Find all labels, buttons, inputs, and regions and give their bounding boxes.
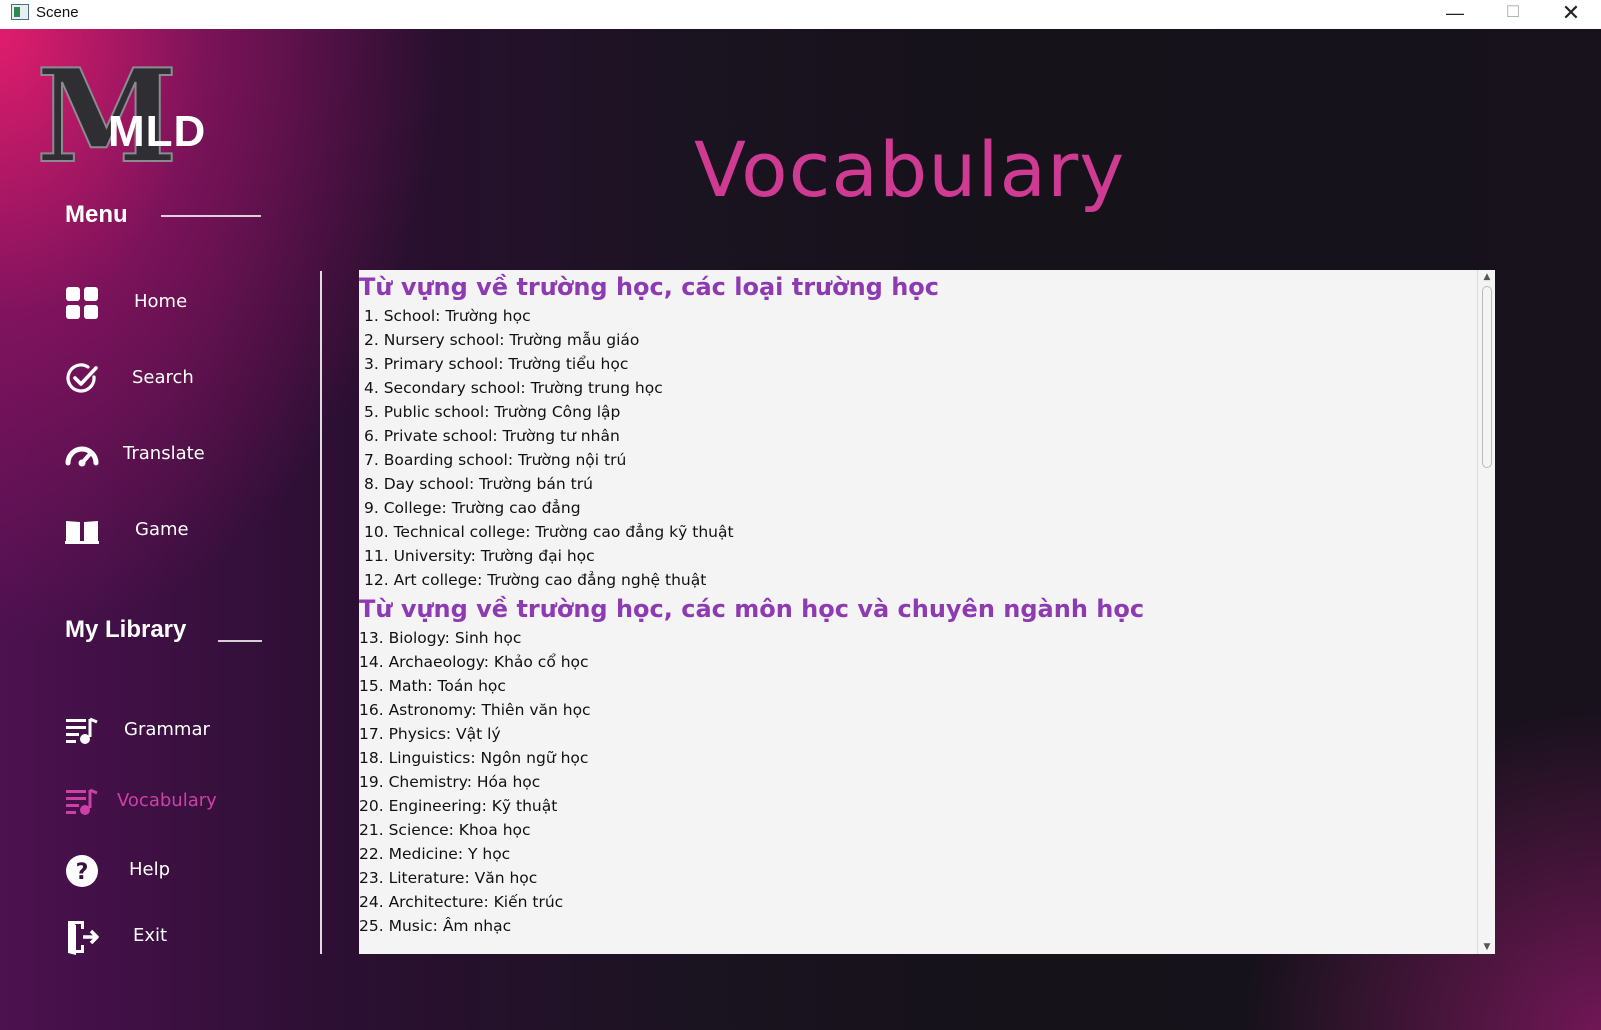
list-item: 13. Biology: Sinh học [359, 629, 522, 647]
title-bar[interactable]: Scene — ☐ ✕ [0, 0, 1601, 30]
nav-item-translate[interactable]: Translate [58, 429, 293, 481]
grid-icon [66, 287, 98, 319]
list-item: 23. Literature: Văn học [359, 869, 538, 887]
app-icon [11, 4, 29, 20]
nav-item-search[interactable]: Search [58, 353, 293, 405]
svg-text:?: ? [76, 860, 89, 885]
vocabulary-text-area[interactable]: Từ vựng về trường học, các loại trường h… [359, 270, 1495, 954]
nav-label-home: Home [134, 291, 188, 312]
section-heading: Từ vựng về trường học, các loại trường h… [359, 273, 940, 301]
my-library-heading: My Library [65, 616, 187, 643]
page-title: Vocabulary [694, 125, 1126, 214]
minimize-button[interactable]: — [1426, 0, 1484, 29]
list-item: 20. Engineering: Kỹ thuật [359, 797, 558, 815]
vocabulary-list: 13. Biology: Sinh học 14. Archaeology: K… [359, 626, 1477, 938]
list-item: 6. Private school: Trường tư nhân [364, 427, 620, 445]
list-item: 8. Day school: Trường bán trú [364, 475, 593, 493]
scrollbar-thumb[interactable] [1482, 286, 1492, 468]
mld-logo: M MLD [35, 52, 246, 182]
list-item: 3. Primary school: Trường tiểu học [364, 355, 629, 373]
nav-item-grammar[interactable]: Grammar [58, 705, 293, 757]
playlist-icon [66, 788, 98, 815]
sidebar-divider [320, 271, 322, 954]
list-item: 4. Secondary school: Trường trung học [364, 379, 663, 397]
my-library-heading-line [218, 640, 262, 642]
list-item: 17. Physics: Vật lý [359, 725, 501, 743]
nav-item-exit[interactable]: Exit [58, 911, 293, 963]
scroll-down-icon[interactable]: ▼ [1482, 942, 1492, 952]
main-content: M MLD Menu Home Search Translate Game My… [0, 29, 1601, 1030]
nav-item-vocabulary[interactable]: Vocabulary [58, 776, 293, 828]
vocabulary-list: 1. School: Trường học 2. Nursery school:… [359, 304, 1477, 592]
list-item: 7. Boarding school: Trường nội trú [364, 451, 627, 469]
nav-label-translate: Translate [123, 443, 205, 464]
nav-item-help[interactable]: ? Help [58, 845, 293, 897]
nav-item-home[interactable]: Home [58, 277, 293, 329]
list-item: 19. Chemistry: Hóa học [359, 773, 541, 791]
gauge-icon [65, 446, 99, 467]
window-title: Scene [36, 4, 79, 21]
app-window: Scene — ☐ ✕ M MLD Menu Home Search Trans… [0, 0, 1601, 1030]
list-item: 11. University: Trường đại học [364, 547, 595, 565]
list-item: 1. School: Trường học [364, 307, 531, 325]
list-item: 9. College: Trường cao đẳng [364, 499, 581, 517]
list-item: 25. Music: Âm nhạc [359, 917, 512, 935]
list-item: 16. Astronomy: Thiên văn học [359, 701, 591, 719]
nav-label-help: Help [129, 859, 171, 880]
vocabulary-content: Từ vựng về trường học, các loại trường h… [359, 270, 1477, 954]
check-circle-icon [66, 363, 98, 393]
list-item: 15. Math: Toán học [359, 677, 506, 695]
vertical-scrollbar[interactable]: ▲ ▼ [1477, 270, 1495, 954]
list-item: 21. Science: Khoa học [359, 821, 531, 839]
list-item: 10. Technical college: Trường cao đẳng k… [364, 523, 734, 541]
scroll-up-icon[interactable]: ▲ [1482, 272, 1492, 282]
menu-heading-line [161, 215, 261, 217]
question-icon: ? [66, 855, 98, 887]
maximize-icon: ☐ [1505, 4, 1521, 21]
nav-label-game: Game [135, 519, 189, 540]
book-icon [65, 521, 99, 544]
list-item: 22. Medicine: Y học [359, 845, 511, 863]
list-item: 5. Public school: Trường Công lập [364, 403, 621, 421]
menu-heading: Menu [65, 201, 128, 228]
list-item: 24. Architecture: Kiến trúc [359, 893, 564, 911]
section-heading: Từ vựng về trường học, các môn học và ch… [359, 595, 1145, 623]
nav-label-exit: Exit [133, 925, 168, 946]
nav-item-game[interactable]: Game [58, 505, 293, 557]
close-button[interactable]: ✕ [1542, 0, 1600, 29]
nav-label-grammar: Grammar [124, 719, 210, 740]
nav-label-search: Search [132, 367, 194, 388]
nav-label-vocabulary: Vocabulary [117, 790, 217, 811]
playlist-icon [66, 717, 98, 744]
maximize-button[interactable]: ☐ [1484, 0, 1542, 29]
list-item: 2. Nursery school: Trường mẫu giáo [364, 331, 640, 349]
exit-door-icon [68, 921, 99, 955]
list-item: 12. Art college: Trường cao đẳng nghệ th… [364, 571, 707, 589]
logo-text: MLD [108, 107, 207, 156]
list-item: 14. Archaeology: Khảo cổ học [359, 653, 589, 671]
minimize-icon: — [1446, 3, 1464, 23]
list-item: 18. Linguistics: Ngôn ngữ học [359, 749, 589, 767]
close-icon: ✕ [1561, 0, 1581, 25]
